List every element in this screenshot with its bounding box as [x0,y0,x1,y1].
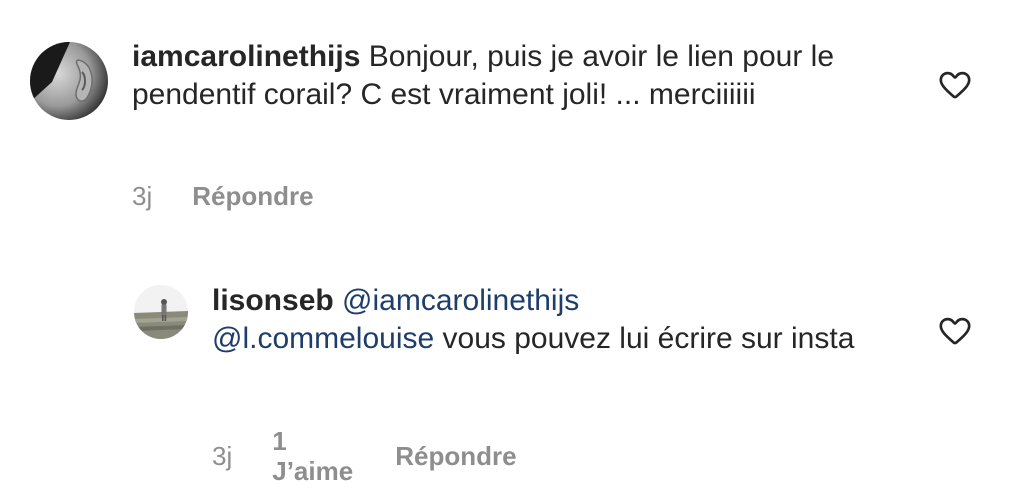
comment-username[interactable]: lisonseb [212,284,334,317]
likes-count-button[interactable]: 1 J’aime [272,426,353,486]
heart-outline-icon[interactable] [938,68,972,102]
comment-body: vous pouvez lui écrire sur insta [434,322,855,355]
avatar[interactable] [134,285,188,339]
comment-meta: 3j Répondre [132,181,314,211]
heart-outline-icon[interactable] [938,314,972,348]
avatar[interactable] [30,42,108,120]
comment-username[interactable]: iamcarolinethijs [132,40,360,73]
comment-timestamp: 3j [212,441,233,471]
comments-thread: iamcarolinethijs Bonjour, puis je avoir … [0,0,1024,500]
reply-button[interactable]: Répondre [192,181,313,211]
profile-photo-icon [134,285,188,339]
comment-text: iamcarolinethijs Bonjour, puis je avoir … [132,38,892,114]
mention-link[interactable]: @iamcarolinethijs [342,284,579,317]
comment-text: lisonseb @iamcarolinethijs @l.commelouise… [212,282,912,358]
mention-link[interactable]: @l.commelouise [212,322,434,355]
reply-button[interactable]: Répondre [395,441,516,471]
comment-timestamp: 3j [132,181,153,211]
comment-meta: 3j 1 J’aime Répondre [212,426,517,486]
profile-photo-icon [30,42,108,120]
